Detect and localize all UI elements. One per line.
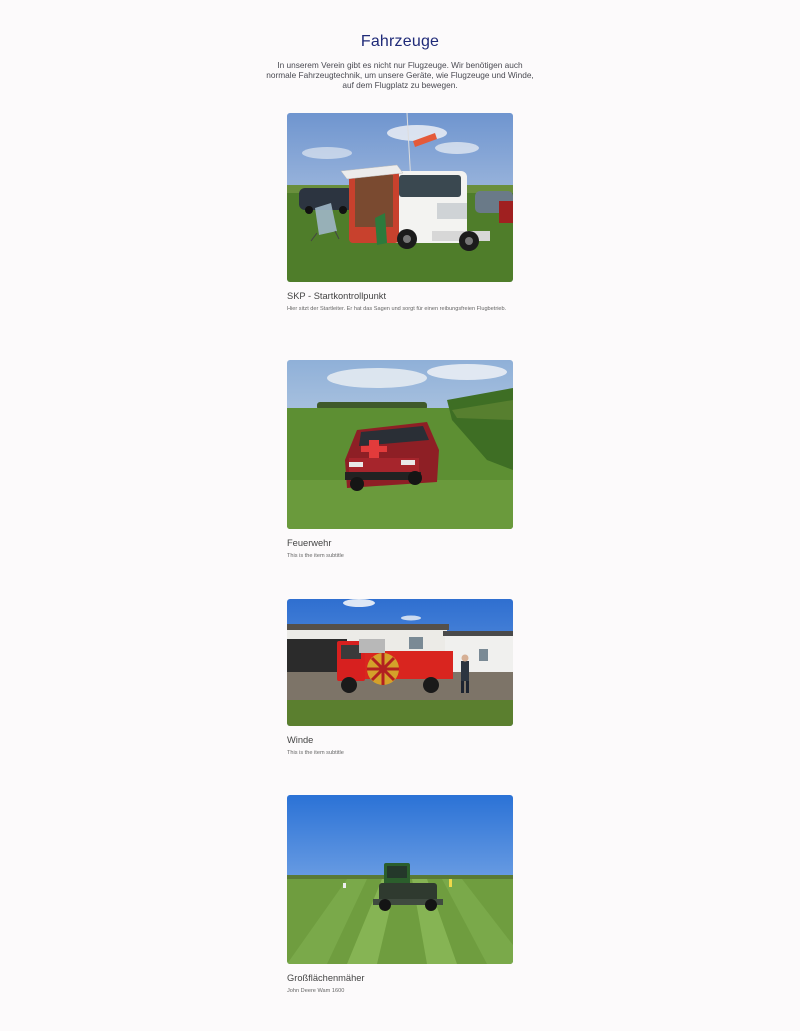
vehicle-subtitle: John Deere Wam 1600 bbox=[287, 988, 345, 994]
vehicle-title: Großflächenmäher bbox=[287, 973, 365, 983]
vehicle-title: SKP - Startkontrollpunkt bbox=[287, 291, 387, 301]
vehicle-photo-winch-truck bbox=[287, 599, 513, 726]
vehicle-subtitle: Hier sitzt der Startleiter. Er hat das S… bbox=[287, 306, 507, 312]
vehicle-title: Winde bbox=[287, 735, 314, 745]
vehicle-card: SKP - Startkontrollpunkt Hier sitzt der … bbox=[287, 113, 513, 313]
vehicle-subtitle: This is the item subtitle bbox=[287, 750, 344, 756]
vehicle-title: Feuerwehr bbox=[287, 538, 332, 548]
vehicle-photo-vw-bus bbox=[287, 113, 513, 282]
vehicle-photo-red-car bbox=[287, 360, 513, 529]
page-intro: In unserem Verein gibt es nicht nur Flug… bbox=[266, 60, 534, 91]
vehicles-page: Fahrzeuge In unserem Verein gibt es nich… bbox=[0, 0, 800, 1031]
vehicle-card: Großflächenmäher John Deere Wam 1600 bbox=[287, 795, 513, 995]
vehicle-card: Winde This is the item subtitle bbox=[287, 599, 513, 757]
vehicle-photo-mower bbox=[287, 795, 513, 964]
vehicle-card: Feuerwehr This is the item subtitle bbox=[287, 360, 513, 560]
page-title: Fahrzeuge bbox=[360, 32, 440, 50]
vehicle-subtitle: This is the item subtitle bbox=[287, 553, 344, 559]
